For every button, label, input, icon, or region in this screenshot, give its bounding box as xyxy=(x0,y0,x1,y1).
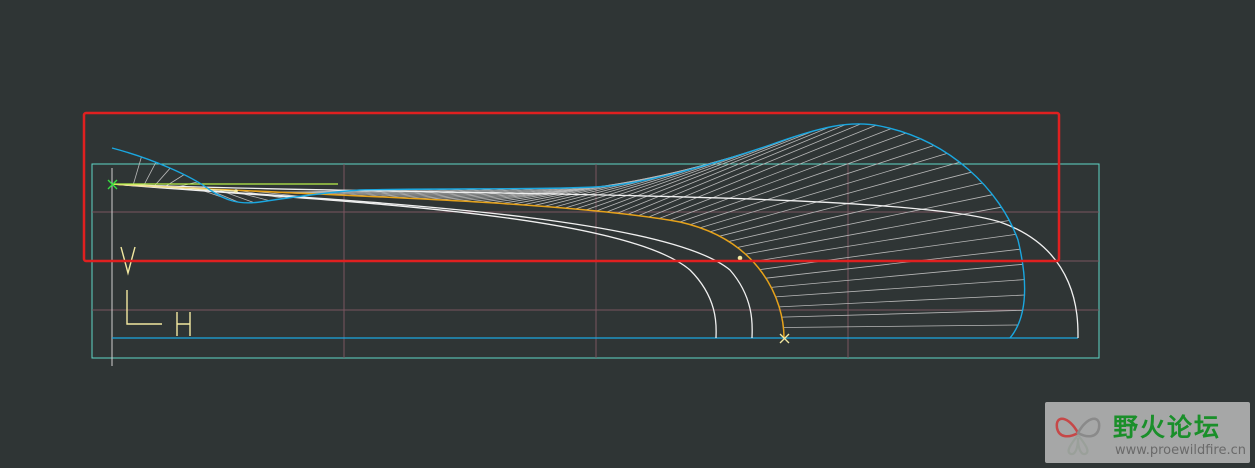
curvature-profile xyxy=(111,123,1026,339)
butterfly-logo-icon xyxy=(1055,417,1101,456)
watermark-url: www.proewildfire.cn xyxy=(1115,443,1246,458)
curve-point-1[interactable] xyxy=(234,189,238,193)
comb-line xyxy=(779,294,1025,308)
horizontal-axis-label: H xyxy=(177,335,178,337)
comb-line xyxy=(627,124,846,215)
cad-viewport[interactable]: V H 野火论坛 www.proewildfire.cn xyxy=(0,0,1255,468)
comb-line xyxy=(771,263,1023,288)
curvature-profile-left xyxy=(111,123,1026,339)
comb-line xyxy=(719,171,972,237)
comb-line xyxy=(132,156,142,186)
comb-line xyxy=(143,162,157,186)
comb-line xyxy=(781,309,1023,318)
comb-line xyxy=(164,174,185,188)
comb-line xyxy=(783,324,1019,328)
comb-line xyxy=(737,194,993,248)
curvature-comb xyxy=(132,123,1025,328)
h-glyph xyxy=(176,312,191,336)
vertical-axis-label: V xyxy=(121,271,122,273)
watermark: 野火论坛 www.proewildfire.cn xyxy=(1045,402,1250,463)
axis-corner-glyph xyxy=(126,290,162,325)
comb-line xyxy=(775,279,1025,298)
curve-point-2[interactable] xyxy=(737,255,743,261)
cad-drawing[interactable]: V H xyxy=(0,0,1255,468)
comb-line xyxy=(679,138,921,223)
watermark-title: 野火论坛 xyxy=(1113,413,1222,442)
